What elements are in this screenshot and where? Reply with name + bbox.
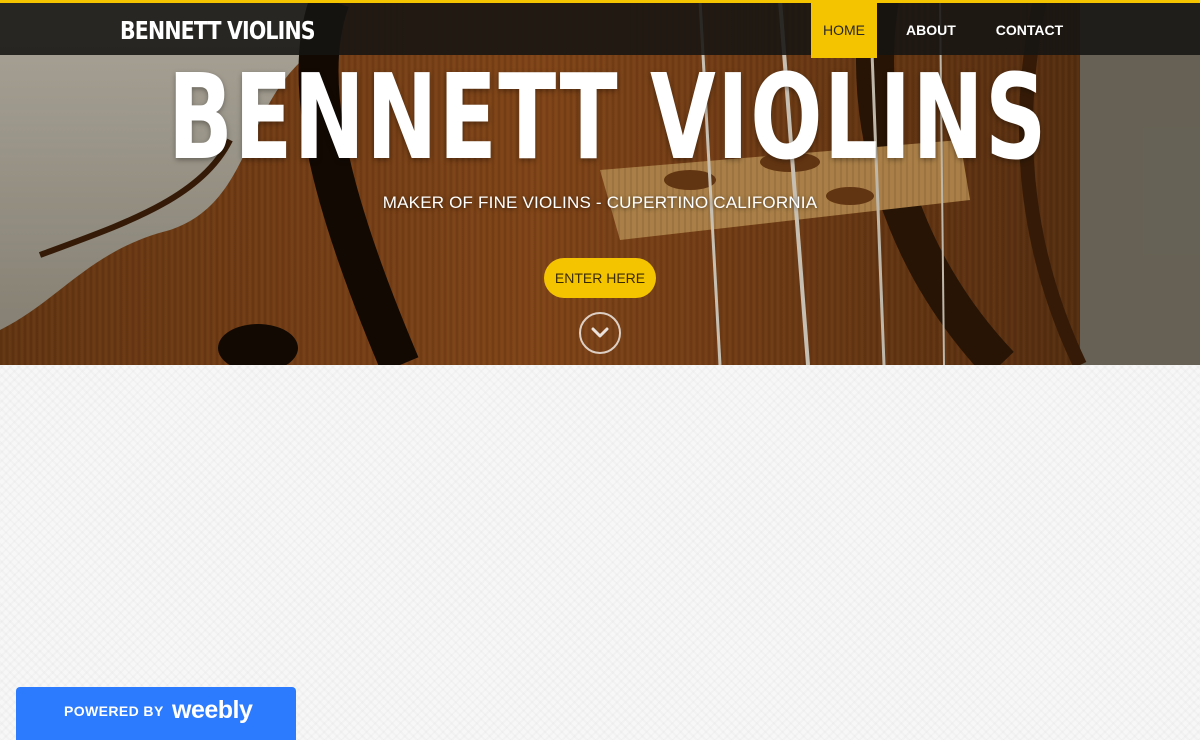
- hero-section: BENNETT VIOLINS HOME ABOUT CONTACT BENNE…: [0, 0, 1200, 365]
- weebly-logo: weebly: [172, 696, 253, 724]
- chevron-down-icon: [591, 327, 609, 338]
- scroll-down-button[interactable]: [579, 312, 621, 354]
- main-content-area: [0, 365, 1200, 740]
- top-navigation-bar: BENNETT VIOLINS HOME ABOUT CONTACT: [0, 0, 1200, 58]
- hero-subtitle: MAKER OF FINE VIOLINS - CUPERTINO CALIFO…: [382, 193, 818, 212]
- powered-by-label: POWERED BY: [64, 703, 164, 719]
- powered-by-weebly-badge[interactable]: POWERED BY weebly: [16, 687, 296, 740]
- site-logo[interactable]: BENNETT VIOLINS: [120, 16, 316, 45]
- enter-here-button[interactable]: ENTER HERE: [544, 258, 656, 298]
- hero-title: BENNETT VIOLINS: [167, 48, 1048, 186]
